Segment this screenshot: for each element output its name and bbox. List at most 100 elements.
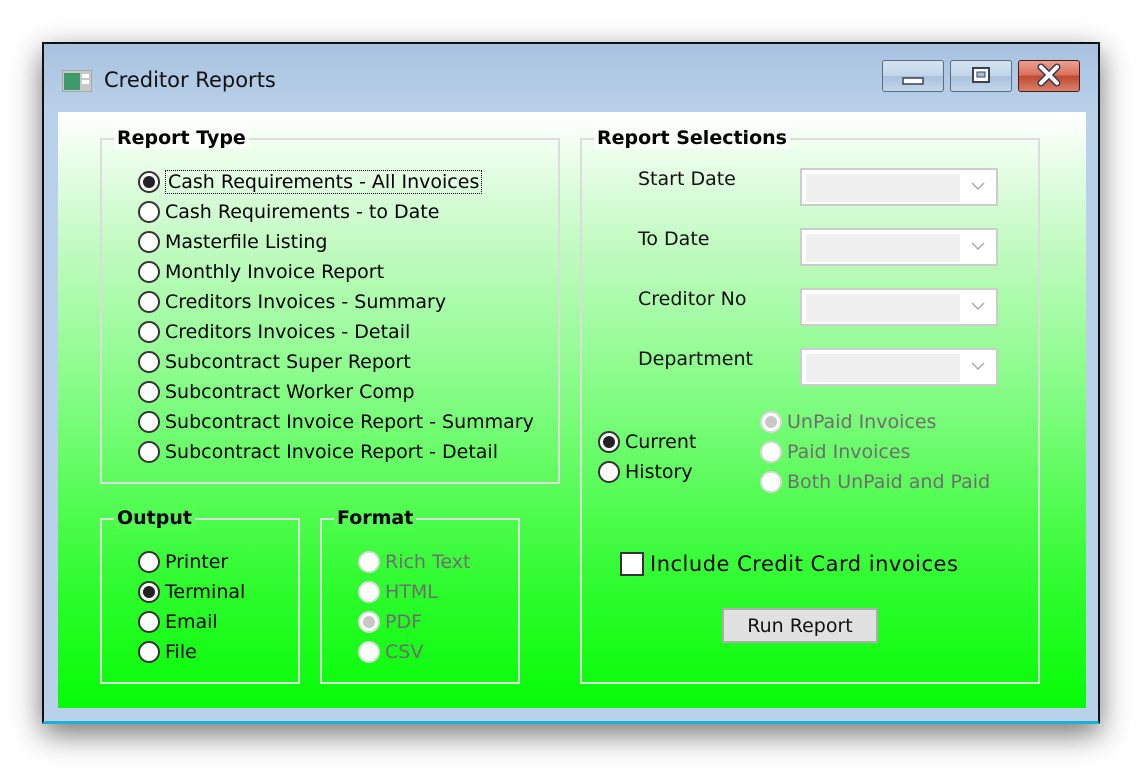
report-type-option-subcontract-invoice-report-summary[interactable]: Subcontract Invoice Report - Summary xyxy=(138,408,534,436)
chevron-down-icon xyxy=(971,362,985,371)
department-value xyxy=(806,354,960,382)
output-option-terminal[interactable]: Terminal xyxy=(138,578,245,606)
report-type-option-cash-requirements-all-invoices[interactable]: Cash Requirements - All Invoices xyxy=(138,168,483,196)
report-type-option-subcontract-invoice-report-detail[interactable]: Subcontract Invoice Report - Detail xyxy=(138,438,498,466)
radio-unselected-icon[interactable] xyxy=(598,461,620,483)
to-date-combo[interactable] xyxy=(800,228,998,266)
output-option-label: Printer xyxy=(165,551,229,573)
output-option-label: Email xyxy=(165,611,218,633)
include-credit-card-checkbox[interactable]: Include Credit Card invoices xyxy=(620,552,958,576)
radio-selected-icon[interactable] xyxy=(138,581,160,603)
report-type-option-label: Cash Requirements - All Invoices xyxy=(165,170,483,194)
format-option-label: HTML xyxy=(385,581,438,603)
start-date-combo[interactable] xyxy=(800,168,998,206)
start-date-value xyxy=(806,174,960,202)
maximize-button[interactable] xyxy=(950,60,1012,92)
creditor-no-combo[interactable] xyxy=(800,288,998,326)
radio-selected-icon[interactable] xyxy=(598,431,620,453)
format-option-label: CSV xyxy=(385,641,424,663)
radio-dot-icon xyxy=(143,176,155,188)
report-type-option-masterfile-listing[interactable]: Masterfile Listing xyxy=(138,228,327,256)
invoice-status-option-both-unpaid-and-paid: Both UnPaid and Paid xyxy=(760,468,990,496)
invoice-status-option-label: UnPaid Invoices xyxy=(787,411,937,433)
radio-unselected-icon[interactable] xyxy=(138,611,160,633)
run-report-button[interactable]: Run Report xyxy=(722,608,878,643)
report-type-option-label: Subcontract Worker Comp xyxy=(165,381,415,403)
radio-unselected-icon[interactable] xyxy=(138,411,160,433)
report-type-group: Report Type Cash Requirements - All Invo… xyxy=(100,127,560,484)
radio-unselected-icon[interactable] xyxy=(138,381,160,403)
report-type-option-label: Creditors Invoices - Summary xyxy=(165,291,447,313)
report-type-option-creditors-invoices-summary[interactable]: Creditors Invoices - Summary xyxy=(138,288,446,316)
invoice-status-option-label: Paid Invoices xyxy=(787,441,911,463)
format-option-rich-text: Rich Text xyxy=(358,548,470,576)
radio-unselected-icon[interactable] xyxy=(138,291,160,313)
department-combo[interactable] xyxy=(800,348,998,386)
report-type-option-subcontract-super-report[interactable]: Subcontract Super Report xyxy=(138,348,411,376)
creditor-reports-window: Creditor Reports Report Type Cash Requir… xyxy=(42,42,1100,724)
report-selections-title: Report Selections xyxy=(594,127,790,149)
radio-unselected-icon xyxy=(760,471,782,493)
radio-unselected-icon[interactable] xyxy=(138,641,160,663)
format-option-pdf: PDF xyxy=(358,608,422,636)
radio-dot-icon xyxy=(765,416,777,428)
close-button[interactable] xyxy=(1018,60,1080,92)
report-selections-group: Report Selections Start Date To Date Cre… xyxy=(580,127,1040,684)
creditor-no-label: Creditor No xyxy=(638,288,747,310)
radio-unselected-icon[interactable] xyxy=(138,321,160,343)
report-type-title: Report Type xyxy=(114,127,249,149)
report-type-option-label: Masterfile Listing xyxy=(165,231,328,253)
to-date-label: To Date xyxy=(638,228,710,250)
include-credit-card-label: Include Credit Card invoices xyxy=(650,552,959,576)
radio-selected-icon xyxy=(760,411,782,433)
format-option-label: PDF xyxy=(385,611,423,633)
period-option-current[interactable]: Current xyxy=(598,428,696,456)
creditor-no-value xyxy=(806,294,960,322)
radio-unselected-icon xyxy=(760,441,782,463)
radio-unselected-icon[interactable] xyxy=(138,441,160,463)
chevron-down-icon xyxy=(971,302,985,311)
radio-selected-icon[interactable] xyxy=(138,171,160,193)
report-type-option-subcontract-worker-comp[interactable]: Subcontract Worker Comp xyxy=(138,378,415,406)
output-option-email[interactable]: Email xyxy=(138,608,218,636)
checkbox-box[interactable] xyxy=(620,552,644,576)
to-date-value xyxy=(806,234,960,262)
output-title: Output xyxy=(114,507,195,529)
chevron-down-icon xyxy=(971,182,985,191)
output-option-file[interactable]: File xyxy=(138,638,197,666)
report-type-option-label: Cash Requirements - to Date xyxy=(165,201,440,223)
report-type-option-monthly-invoice-report[interactable]: Monthly Invoice Report xyxy=(138,258,384,286)
radio-unselected-icon[interactable] xyxy=(138,551,160,573)
output-option-printer[interactable]: Printer xyxy=(138,548,228,576)
title-bar[interactable]: Creditor Reports xyxy=(44,44,1098,112)
minimize-button[interactable] xyxy=(882,60,944,92)
output-option-label: File xyxy=(165,641,197,663)
format-option-csv: CSV xyxy=(358,638,423,666)
radio-unselected-icon[interactable] xyxy=(138,351,160,373)
minimize-icon xyxy=(902,77,924,85)
format-title: Format xyxy=(334,507,417,529)
radio-unselected-icon[interactable] xyxy=(138,231,160,253)
app-icon xyxy=(62,70,92,92)
chevron-down-icon xyxy=(971,242,985,251)
report-type-option-label: Creditors Invoices - Detail xyxy=(165,321,411,343)
period-option-label: History xyxy=(625,461,693,483)
radio-unselected-icon[interactable] xyxy=(138,201,160,223)
radio-unselected-icon[interactable] xyxy=(138,261,160,283)
report-type-option-label: Subcontract Invoice Report - Detail xyxy=(165,441,498,463)
report-type-option-label: Subcontract Super Report xyxy=(165,351,411,373)
radio-unselected-icon xyxy=(358,581,380,603)
period-option-history[interactable]: History xyxy=(598,458,693,486)
period-option-label: Current xyxy=(625,431,697,453)
department-label: Department xyxy=(638,348,753,370)
invoice-status-option-paid-invoices: Paid Invoices xyxy=(760,438,910,466)
format-option-label: Rich Text xyxy=(385,551,471,573)
report-type-option-cash-requirements-to-date[interactable]: Cash Requirements - to Date xyxy=(138,198,439,226)
report-type-option-creditors-invoices-detail[interactable]: Creditors Invoices - Detail xyxy=(138,318,410,346)
radio-dot-icon xyxy=(363,616,375,628)
output-group: Output Printer Terminal Email File xyxy=(100,507,300,684)
radio-dot-icon xyxy=(143,586,155,598)
start-date-label: Start Date xyxy=(638,168,736,190)
format-group: Format Rich Text HTML PDF CSV xyxy=(320,507,520,684)
radio-dot-icon xyxy=(603,436,615,448)
